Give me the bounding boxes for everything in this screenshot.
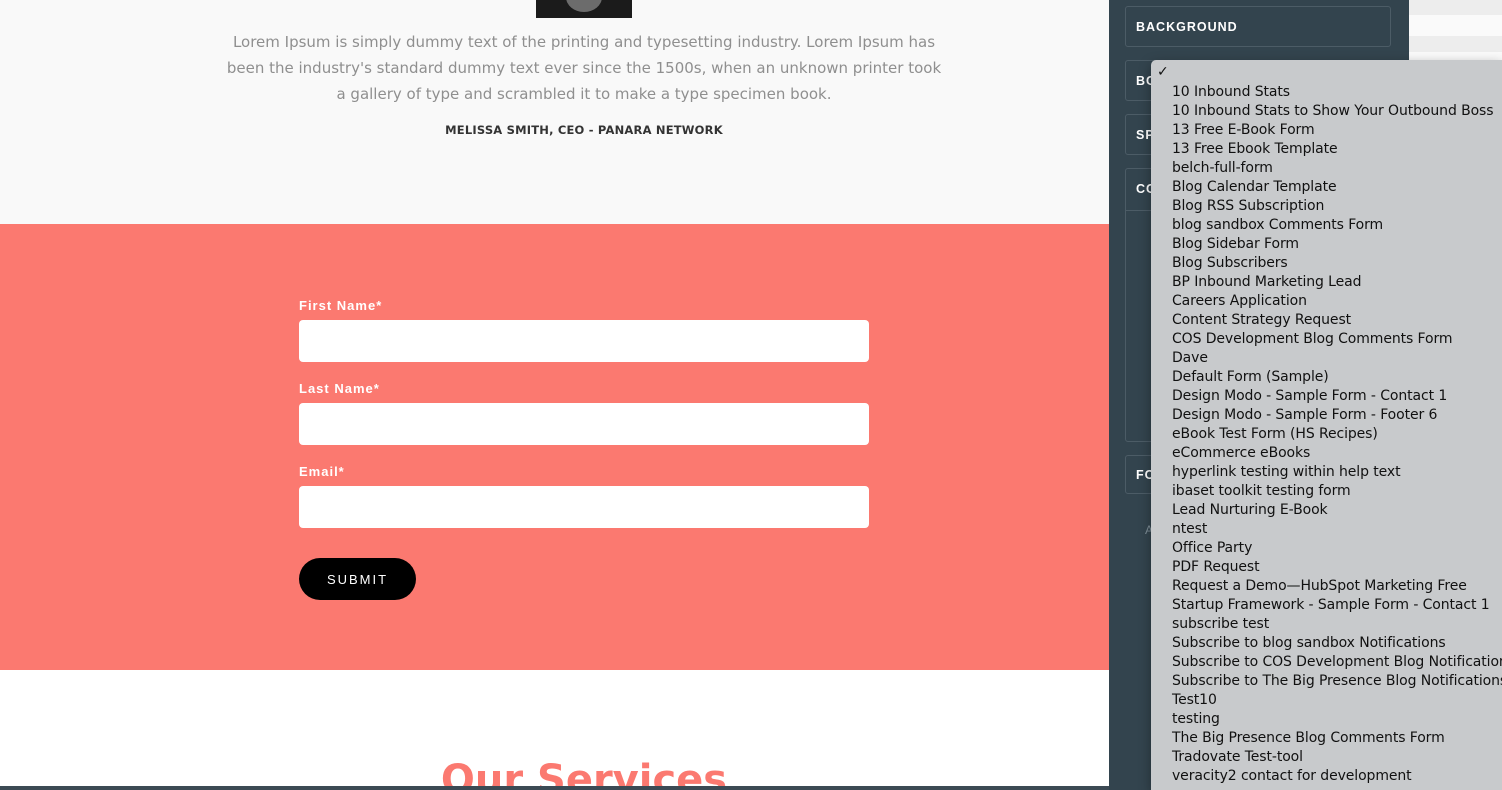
first-name-label: First Name* xyxy=(299,298,383,313)
dropdown-option[interactable]: ntest xyxy=(1172,520,1502,539)
dropdown-option[interactable]: 13 Free Ebook Template xyxy=(1172,140,1502,159)
dropdown-option[interactable]: Subscribe to COS Development Blog Notifi… xyxy=(1172,653,1502,672)
dropdown-option[interactable]: Design Modo - Sample Form - Footer 6 xyxy=(1172,406,1502,425)
dropdown-option[interactable]: 13 Free E-Book Form xyxy=(1172,121,1502,140)
dropdown-option[interactable]: Subscribe to blog sandbox Notifications xyxy=(1172,634,1502,653)
services-heading: Our Services xyxy=(440,757,728,790)
dropdown-option[interactable]: hyperlink testing within help text xyxy=(1172,463,1502,482)
dropdown-option[interactable]: Startup Framework - Sample Form - Contac… xyxy=(1172,596,1502,615)
dropdown-option[interactable]: Request a Demo—HubSpot Marketing Free xyxy=(1172,577,1502,596)
dropdown-option[interactable]: PDF Request xyxy=(1172,558,1502,577)
dropdown-option[interactable]: Test10 xyxy=(1172,691,1502,710)
dropdown-option[interactable]: veracity2 contact for development xyxy=(1172,767,1502,786)
testimonial-avatar xyxy=(536,0,632,18)
dropdown-option[interactable]: Blog RSS Subscription xyxy=(1172,197,1502,216)
strip-bar-top xyxy=(1409,0,1502,15)
background-section-label: BACKGROUND xyxy=(1136,20,1238,34)
background-section-header[interactable]: BACKGROUND xyxy=(1125,6,1391,47)
dropdown-option[interactable]: Dave xyxy=(1172,349,1502,368)
dropdown-option[interactable]: Blog Subscribers xyxy=(1172,254,1502,273)
dropdown-option[interactable]: ibaset toolkit testing form xyxy=(1172,482,1502,501)
selected-checkmark-icon: ✓ xyxy=(1157,64,1169,80)
dropdown-option[interactable]: testing xyxy=(1172,710,1502,729)
form-section: First Name* Last Name* Email* SUBMIT xyxy=(0,224,1109,670)
first-name-input[interactable] xyxy=(299,320,869,362)
testimonial-author: MELISSA SMITH, CEO - PANARA NETWORK xyxy=(445,123,723,137)
form-select-dropdown[interactable]: ✓ 10 Inbound Stats 10 Inbound Stats to S… xyxy=(1151,60,1502,790)
dropdown-option[interactable]: Lead Nurturing E-Book xyxy=(1172,501,1502,520)
submit-button[interactable]: SUBMIT xyxy=(299,558,416,600)
dropdown-option[interactable]: Tradovate Test-tool xyxy=(1172,748,1502,767)
dropdown-option[interactable]: Office Party xyxy=(1172,539,1502,558)
email-label: Email* xyxy=(299,464,345,479)
last-name-label: Last Name* xyxy=(299,381,380,396)
last-name-input[interactable] xyxy=(299,403,869,445)
dropdown-option[interactable]: belch-full-form xyxy=(1172,159,1502,178)
dropdown-option[interactable]: Blog Sidebar Form xyxy=(1172,235,1502,254)
dropdown-option[interactable]: 10 Inbound Stats to Show Your Outbound B… xyxy=(1172,102,1502,121)
dropdown-option[interactable]: eBook Test Form (HS Recipes) xyxy=(1172,425,1502,444)
dropdown-option[interactable]: BP Inbound Marketing Lead xyxy=(1172,273,1502,292)
email-input[interactable] xyxy=(299,486,869,528)
testimonial-quote: Lorem Ipsum is simply dummy text of the … xyxy=(226,33,942,103)
dropdown-option[interactable]: The Big Presence Blog Comments Form xyxy=(1172,729,1502,748)
dropdown-option[interactable]: Careers Application xyxy=(1172,292,1502,311)
page-preview-canvas: Lorem Ipsum is simply dummy text of the … xyxy=(0,0,1109,790)
canvas-bottom-border xyxy=(0,786,1109,790)
dropdown-option[interactable]: COS Development Blog Comments Form xyxy=(1172,330,1502,349)
dropdown-option[interactable]: eCommerce eBooks xyxy=(1172,444,1502,463)
dropdown-option[interactable]: 10 Inbound Stats xyxy=(1172,83,1502,102)
dropdown-option[interactable]: Design Modo - Sample Form - Contact 1 xyxy=(1172,387,1502,406)
strip-bar-second xyxy=(1409,36,1502,52)
dropdown-option[interactable]: Subscribe to The Big Presence Blog Notif… xyxy=(1172,672,1502,691)
dropdown-option[interactable]: Default Form (Sample) xyxy=(1172,368,1502,387)
dropdown-option[interactable]: Blog Calendar Template xyxy=(1172,178,1502,197)
dropdown-option-list: 10 Inbound Stats 10 Inbound Stats to Sho… xyxy=(1172,83,1502,786)
testimonial-section: Lorem Ipsum is simply dummy text of the … xyxy=(0,0,1109,224)
dropdown-option[interactable]: blog sandbox Comments Form xyxy=(1172,216,1502,235)
dropdown-option[interactable]: Content Strategy Request xyxy=(1172,311,1502,330)
dropdown-option[interactable]: subscribe test xyxy=(1172,615,1502,634)
